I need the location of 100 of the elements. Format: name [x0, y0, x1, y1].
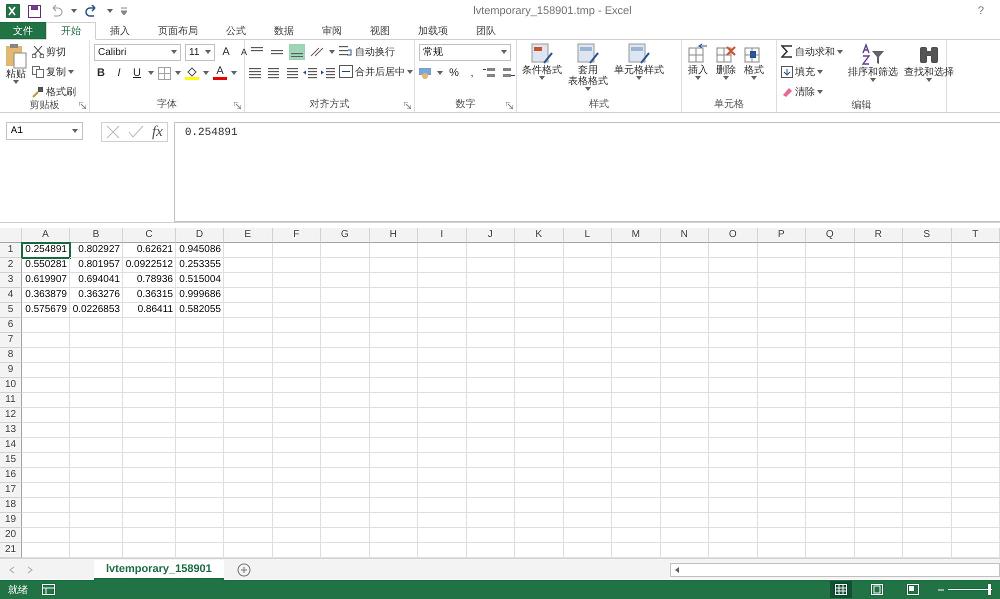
sheet-tab[interactable]: lvtemporary_158901	[94, 560, 224, 580]
empty-cell[interactable]	[903, 243, 952, 258]
empty-cell[interactable]	[952, 393, 1000, 408]
empty-cell[interactable]	[952, 378, 1000, 393]
caret-icon[interactable]	[205, 50, 211, 54]
empty-cell[interactable]	[515, 498, 564, 513]
empty-cell[interactable]	[854, 303, 903, 318]
empty-cell[interactable]	[612, 258, 660, 273]
empty-cell[interactable]	[709, 513, 758, 528]
empty-cell[interactable]	[806, 243, 854, 258]
table-cell[interactable]: 0.550281	[22, 258, 70, 273]
ribbon-tab[interactable]: 视图	[356, 22, 404, 39]
caret-icon[interactable]	[107, 9, 113, 13]
empty-cell[interactable]	[370, 438, 418, 453]
empty-cell[interactable]	[176, 453, 224, 468]
empty-cell[interactable]	[854, 423, 903, 438]
column-header[interactable]: M	[612, 228, 660, 243]
empty-cell[interactable]	[466, 273, 515, 288]
fill-button[interactable]: 填充	[781, 63, 843, 80]
format-painter-button[interactable]: 格式刷	[32, 83, 76, 100]
grow-font-button[interactable]: A	[219, 46, 233, 58]
empty-cell[interactable]	[176, 348, 224, 363]
empty-cell[interactable]	[903, 333, 952, 348]
zoom-out-icon[interactable]	[938, 586, 944, 592]
caret-icon[interactable]	[71, 9, 77, 13]
empty-cell[interactable]	[370, 498, 418, 513]
empty-cell[interactable]	[903, 288, 952, 303]
empty-cell[interactable]	[806, 378, 854, 393]
ribbon-tab[interactable]: 开始	[46, 22, 96, 40]
empty-cell[interactable]	[321, 348, 370, 363]
empty-cell[interactable]	[418, 273, 466, 288]
empty-cell[interactable]	[952, 258, 1000, 273]
empty-cell[interactable]	[758, 258, 806, 273]
empty-cell[interactable]	[564, 318, 612, 333]
empty-cell[interactable]	[952, 333, 1000, 348]
empty-cell[interactable]	[952, 468, 1000, 483]
empty-cell[interactable]	[321, 288, 370, 303]
save-icon[interactable]	[28, 4, 41, 18]
empty-cell[interactable]	[709, 378, 758, 393]
empty-cell[interactable]	[515, 423, 564, 438]
row-header[interactable]: 6	[0, 318, 22, 333]
column-header[interactable]: S	[903, 228, 952, 243]
row-header[interactable]: 11	[0, 393, 22, 408]
empty-cell[interactable]	[224, 483, 272, 498]
align-left-icon[interactable]	[249, 67, 263, 79]
empty-cell[interactable]	[321, 423, 370, 438]
empty-cell[interactable]	[466, 498, 515, 513]
empty-cell[interactable]	[564, 438, 612, 453]
empty-cell[interactable]	[952, 273, 1000, 288]
empty-cell[interactable]	[224, 528, 272, 543]
caret-icon[interactable]	[501, 50, 507, 54]
empty-cell[interactable]	[854, 273, 903, 288]
caret-icon[interactable]	[636, 76, 642, 80]
empty-cell[interactable]	[612, 378, 660, 393]
increase-indent-icon[interactable]	[321, 67, 335, 79]
empty-cell[interactable]	[370, 513, 418, 528]
empty-cell[interactable]	[806, 363, 854, 378]
caret-icon[interactable]	[407, 70, 413, 74]
vertical-align-button[interactable]	[289, 44, 305, 60]
empty-cell[interactable]	[952, 528, 1000, 543]
empty-cell[interactable]	[370, 468, 418, 483]
empty-cell[interactable]	[660, 408, 709, 423]
empty-cell[interactable]	[612, 438, 660, 453]
empty-cell[interactable]	[515, 318, 564, 333]
table-cell[interactable]: 0.582055	[176, 303, 224, 318]
empty-cell[interactable]	[854, 528, 903, 543]
column-header[interactable]: F	[272, 228, 321, 243]
row-header[interactable]: 15	[0, 453, 22, 468]
empty-cell[interactable]	[370, 243, 418, 258]
empty-cell[interactable]	[564, 303, 612, 318]
empty-cell[interactable]	[123, 393, 176, 408]
empty-cell[interactable]	[612, 483, 660, 498]
empty-cell[interactable]	[418, 318, 466, 333]
column-header[interactable]: H	[370, 228, 418, 243]
empty-cell[interactable]	[224, 303, 272, 318]
empty-cell[interactable]	[612, 468, 660, 483]
currency-icon[interactable]	[419, 67, 433, 79]
empty-cell[interactable]	[854, 333, 903, 348]
empty-cell[interactable]	[176, 468, 224, 483]
empty-cell[interactable]	[224, 498, 272, 513]
empty-cell[interactable]	[123, 318, 176, 333]
empty-cell[interactable]	[272, 288, 321, 303]
empty-cell[interactable]	[272, 258, 321, 273]
italic-button[interactable]: I	[112, 67, 126, 79]
empty-cell[interactable]	[515, 528, 564, 543]
table-cell[interactable]: 0.0922512	[123, 258, 176, 273]
empty-cell[interactable]	[176, 408, 224, 423]
empty-cell[interactable]	[709, 258, 758, 273]
empty-cell[interactable]	[370, 348, 418, 363]
empty-cell[interactable]	[709, 393, 758, 408]
table-cell[interactable]: 0.363276	[70, 288, 123, 303]
empty-cell[interactable]	[370, 378, 418, 393]
empty-cell[interactable]	[612, 303, 660, 318]
empty-cell[interactable]	[709, 498, 758, 513]
empty-cell[interactable]	[70, 408, 123, 423]
empty-cell[interactable]	[854, 318, 903, 333]
caret-icon[interactable]	[13, 80, 19, 84]
empty-cell[interactable]	[272, 393, 321, 408]
empty-cell[interactable]	[123, 423, 176, 438]
empty-cell[interactable]	[515, 288, 564, 303]
